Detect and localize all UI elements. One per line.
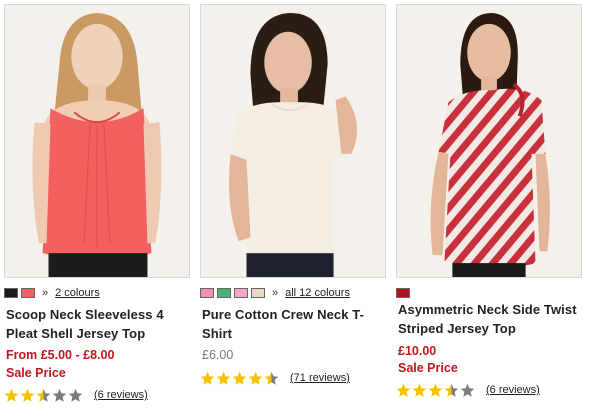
star-icon — [264, 371, 279, 386]
stars — [396, 383, 476, 398]
title-line-1[interactable]: Pure Cotton Crew Neck T- — [202, 305, 388, 324]
product-title[interactable]: Asymmetric Neck Side Twist Striped Jerse… — [398, 300, 584, 338]
star-icon — [248, 371, 263, 386]
star-icon — [460, 383, 475, 398]
stars — [4, 388, 84, 403]
price: From £5.00 - £8.00 — [6, 348, 115, 362]
star-icon — [68, 388, 83, 403]
rating-2: (71 reviews) — [200, 370, 350, 386]
swatch-light-pink[interactable] — [234, 288, 248, 298]
star-icon — [200, 371, 215, 386]
product-card-1: » 2 colours Scoop Neck Sleeveless 4 Plea… — [4, 0, 192, 413]
title-line-2[interactable]: Striped Jersey Top — [398, 319, 584, 338]
title-line-2[interactable]: Shirt — [202, 324, 388, 343]
product-image-3[interactable] — [396, 4, 582, 278]
title-line-1[interactable]: Scoop Neck Sleeveless 4 — [6, 305, 192, 324]
product-title[interactable]: Pure Cotton Crew Neck T- Shirt — [202, 305, 388, 343]
star-icon — [428, 383, 443, 398]
price: £10.00 — [398, 344, 437, 358]
reviews-link[interactable]: (71 reviews) — [290, 372, 350, 384]
raquo-icon: » — [272, 287, 279, 299]
star-icon — [36, 388, 51, 403]
product-title[interactable]: Scoop Neck Sleeveless 4 Pleat Shell Jers… — [6, 305, 192, 343]
star-icon — [412, 383, 427, 398]
swatch-cream[interactable] — [251, 288, 265, 298]
reviews-link[interactable]: (6 reviews) — [94, 389, 148, 401]
colour-swatches-2: » all 12 colours — [200, 286, 350, 300]
reviews-link[interactable]: (6 reviews) — [486, 384, 540, 396]
title-line-1[interactable]: Asymmetric Neck Side Twist — [398, 300, 584, 319]
sale-label: Sale Price — [6, 366, 66, 380]
star-icon — [444, 383, 459, 398]
product-card-3: Asymmetric Neck Side Twist Striped Jerse… — [396, 0, 584, 413]
star-icon — [396, 383, 411, 398]
stars — [200, 371, 280, 386]
title-line-2[interactable]: Pleat Shell Jersey Top — [6, 324, 192, 343]
star-icon — [52, 388, 67, 403]
colour-swatches-3 — [396, 286, 410, 300]
colours-link[interactable]: all 12 colours — [285, 287, 350, 299]
star-icon — [4, 388, 19, 403]
rating-1: (6 reviews) — [4, 387, 148, 403]
star-icon — [20, 388, 35, 403]
colour-swatches-1: » 2 colours — [4, 286, 100, 300]
price: £6.00 — [202, 348, 234, 362]
product-card-2: » all 12 colours Pure Cotton Crew Neck T… — [200, 0, 388, 413]
colours-link[interactable]: 2 colours — [55, 287, 100, 299]
rating-3: (6 reviews) — [396, 382, 540, 398]
star-icon — [232, 371, 247, 386]
star-icon — [216, 371, 231, 386]
swatch-green[interactable] — [217, 288, 231, 298]
product-image-2[interactable] — [200, 4, 386, 278]
raquo-icon: » — [42, 287, 49, 299]
swatch-black[interactable] — [4, 288, 18, 298]
swatch-pink[interactable] — [200, 288, 214, 298]
swatch-coral[interactable] — [21, 288, 35, 298]
sale-label: Sale Price — [398, 361, 458, 375]
product-image-1[interactable] — [4, 4, 190, 278]
swatch-red[interactable] — [396, 288, 410, 298]
